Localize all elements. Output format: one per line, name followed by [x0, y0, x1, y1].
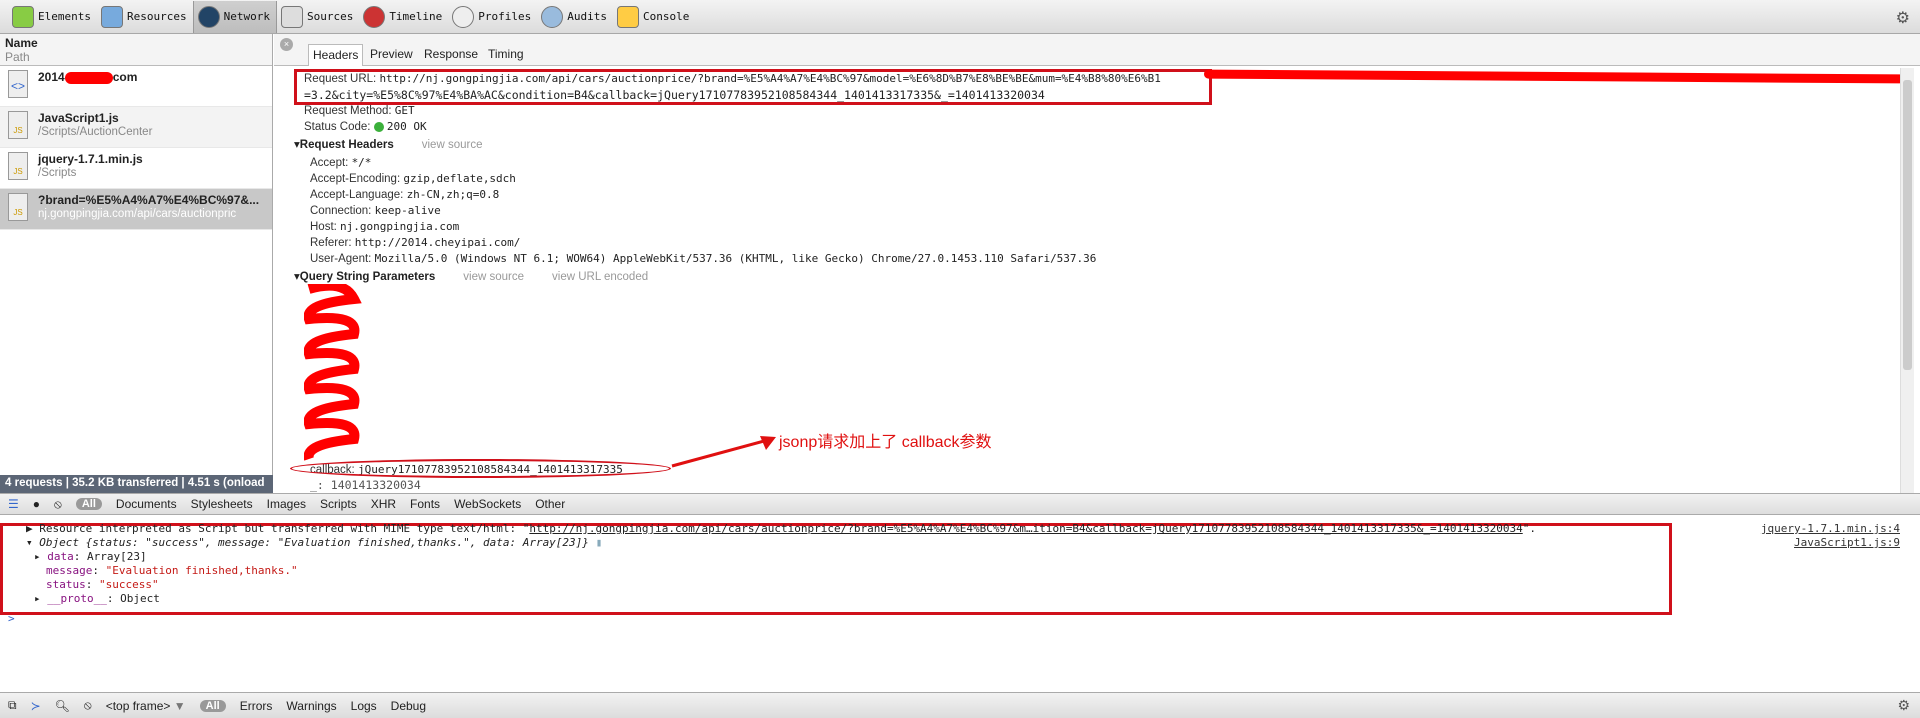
- object-property[interactable]: ▸ data: Array[23]: [34, 550, 147, 563]
- requests-panel: Name Path <> 2014 com JS JavaScript1.js/Scri…: [0, 34, 273, 493]
- devtools-toolbar: Elements Resources Network Sources Timel…: [0, 0, 1920, 34]
- record-icon[interactable]: ●: [33, 497, 40, 511]
- settings-icon[interactable]: ⚙: [1896, 8, 1910, 28]
- detail-tabs: × Headers Preview Response Timing: [274, 34, 1920, 66]
- object-property: status: "success": [46, 578, 159, 591]
- request-header-row: Accept: */*: [310, 156, 372, 169]
- request-item-selected[interactable]: JS ?brand=%E5%A4%A7%E4%BC%97&... nj.gongpi…: [0, 189, 272, 230]
- tab-audits[interactable]: Audits: [537, 1, 613, 33]
- search-icon[interactable]: 🔍︎: [55, 699, 70, 713]
- level-warnings[interactable]: Warnings: [286, 699, 336, 713]
- request-url: http://nj.gongpingjia.com/api/cars/aucti…: [379, 72, 1161, 85]
- request-header-row: User-Agent: Mozilla/5.0 (Windows NT 6.1;…: [310, 252, 1097, 265]
- tab-elements[interactable]: Elements: [8, 1, 97, 33]
- bottom-bar: ⧉ ≻ 🔍︎ ⦸ <top frame> ▼ All Errors Warnin…: [0, 692, 1920, 718]
- level-debug[interactable]: Debug: [391, 699, 426, 713]
- sources-icon: [280, 5, 303, 28]
- view-url-encoded-link[interactable]: view URL encoded: [552, 271, 648, 283]
- info-icon: ▮: [595, 536, 603, 549]
- network-summary: 4 requests | 35.2 KB transferred | 4.51 …: [0, 475, 273, 493]
- console-icon: [617, 5, 640, 28]
- filter-other[interactable]: Other: [535, 497, 565, 511]
- settings-icon[interactable]: ⚙: [1897, 697, 1910, 714]
- annotation-arrow: [671, 436, 776, 468]
- filter-all[interactable]: All: [75, 498, 102, 510]
- view-source-link[interactable]: view source: [422, 139, 483, 151]
- requests-header[interactable]: Name Path: [0, 34, 272, 66]
- filter-websockets[interactable]: WebSockets: [454, 497, 521, 511]
- status-ok-icon: [373, 121, 384, 132]
- tab-sources[interactable]: Sources: [277, 1, 359, 33]
- tab-profiles[interactable]: Profiles: [448, 1, 537, 33]
- tab-timing[interactable]: Timing: [484, 44, 528, 66]
- tab-console[interactable]: Console: [613, 1, 695, 33]
- tab-resources[interactable]: Resources: [97, 1, 193, 33]
- request-header-row: Host: nj.gongpingjia.com: [310, 220, 460, 233]
- filter-stylesheets[interactable]: Stylesheets: [191, 497, 253, 511]
- js-file-icon: JS: [8, 111, 28, 139]
- request-item[interactable]: <> 2014 com: [0, 66, 272, 107]
- filter-documents[interactable]: Documents: [116, 497, 177, 511]
- request-header-row: Accept-Language: zh-CN,zh;q=0.8: [310, 188, 500, 201]
- object-property: message: "Evaluation finished,thanks.": [46, 564, 298, 577]
- console-url-link[interactable]: http://nj.gongpingjia.com/api/cars/aucti…: [529, 522, 1522, 535]
- redaction: [64, 71, 113, 84]
- object-property[interactable]: ▸ __proto__: Object: [34, 592, 160, 605]
- network-icon: [197, 5, 220, 28]
- request-item[interactable]: JS JavaScript1.js/Scripts/AuctionCenter: [0, 107, 272, 148]
- list-view-icon[interactable]: ☰: [8, 497, 19, 511]
- close-icon[interactable]: ×: [280, 38, 293, 51]
- filter-xhr[interactable]: XHR: [371, 497, 396, 511]
- request-item[interactable]: JS jquery-1.7.1.min.js/Scripts: [0, 148, 272, 189]
- redaction-scribble: [304, 284, 362, 461]
- console-warning[interactable]: ▶ Resource interpreted as Script but tra…: [26, 522, 1536, 535]
- html-file-icon: <>: [8, 70, 28, 98]
- level-errors[interactable]: Errors: [240, 699, 273, 713]
- js-file-icon: JS: [8, 152, 28, 180]
- request-url-cont: =3.2&city=%E5%8C%97%E4%BA%AC&condition=B…: [304, 88, 1045, 102]
- js-file-icon: JS: [8, 193, 28, 221]
- filter-fonts[interactable]: Fonts: [410, 497, 440, 511]
- filter-bar: ☰ ● ⦸ All Documents Stylesheets Images S…: [0, 493, 1920, 515]
- source-link[interactable]: jquery-1.7.1.min.js:4: [1761, 522, 1900, 535]
- elements-icon: [12, 5, 34, 28]
- filter-images[interactable]: Images: [267, 497, 306, 511]
- callback-highlight-ellipse: [290, 459, 671, 478]
- tab-response[interactable]: Response: [420, 44, 482, 66]
- level-logs[interactable]: Logs: [351, 699, 377, 713]
- view-source-link[interactable]: view source: [463, 271, 524, 283]
- annotation-text: jsonp请求加上了 callback参数: [779, 434, 992, 451]
- clear-icon[interactable]: ⦸: [84, 698, 92, 713]
- request-header-row: Connection: keep-alive: [310, 204, 441, 217]
- detail-scrollbar[interactable]: [1900, 68, 1914, 493]
- resources-icon: [100, 5, 123, 28]
- source-link[interactable]: JavaScript1.js:9: [1794, 536, 1900, 549]
- console-drawer-icon[interactable]: ≻: [31, 699, 41, 713]
- frame-selector[interactable]: <top frame> ▼: [106, 699, 186, 713]
- tab-network[interactable]: Network: [192, 0, 277, 33]
- redaction: [1203, 69, 1905, 84]
- request-header-row: Accept-Encoding: gzip,deflate,sdch: [310, 172, 516, 185]
- clear-icon[interactable]: ⦸: [54, 497, 62, 512]
- dock-icon[interactable]: ⧉: [8, 698, 17, 713]
- request-detail-panel: × Headers Preview Response Timing Reques…: [274, 34, 1920, 493]
- dropdown-icon: ▼: [173, 698, 186, 713]
- console-panel: ▶ Resource interpreted as Script but tra…: [0, 516, 1920, 692]
- request-header-row: Referer: http://2014.cheyipai.com/: [310, 236, 521, 249]
- audits-icon: [541, 5, 564, 28]
- timeline-icon: [363, 5, 386, 28]
- filter-scripts[interactable]: Scripts: [320, 497, 357, 511]
- console-prompt[interactable]: >: [8, 612, 15, 625]
- profiles-icon: [452, 5, 475, 28]
- console-object[interactable]: ▾ Object {status: "success", message: "E…: [26, 536, 602, 549]
- level-all[interactable]: All: [199, 699, 226, 712]
- tab-timeline[interactable]: Timeline: [359, 1, 448, 33]
- tab-preview[interactable]: Preview: [366, 44, 417, 66]
- tab-headers[interactable]: Headers: [308, 44, 364, 66]
